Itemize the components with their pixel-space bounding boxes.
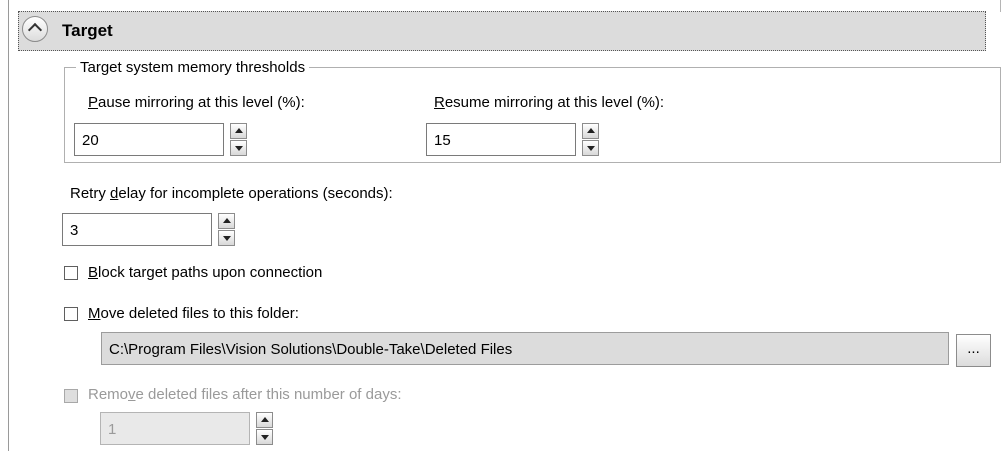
spin-down-icon[interactable] <box>582 140 599 156</box>
block-paths-label[interactable]: Block target paths upon connection <box>88 264 322 281</box>
retry-delay-spinner[interactable] <box>218 213 235 246</box>
remove-days-spinner[interactable] <box>256 412 273 445</box>
resume-mirroring-spinner[interactable] <box>582 123 599 156</box>
spin-up-icon[interactable] <box>582 123 599 139</box>
spin-down-icon[interactable] <box>256 429 273 445</box>
remove-deleted-checkbox[interactable] <box>64 389 78 403</box>
spin-up-icon[interactable] <box>230 123 247 139</box>
section-header-target[interactable] <box>18 11 986 51</box>
resume-mirroring-input[interactable]: 15 <box>426 123 576 156</box>
resume-mirroring-label: Resume mirroring at this level (%): <box>434 94 665 111</box>
move-deleted-checkbox[interactable] <box>64 307 78 321</box>
panel-right-border <box>1000 0 1001 12</box>
spin-up-icon[interactable] <box>218 213 235 229</box>
section-title: Target <box>62 21 113 40</box>
spin-up-icon[interactable] <box>256 412 273 428</box>
remove-deleted-label: Remove deleted files after this number o… <box>88 386 402 403</box>
browse-folder-button[interactable]: ... <box>956 334 991 367</box>
pause-mirroring-input[interactable]: 20 <box>74 123 224 156</box>
deleted-files-folder-input[interactable]: C:\Program Files\Vision Solutions\Double… <box>101 332 949 365</box>
chevron-up-icon[interactable] <box>22 16 48 42</box>
pause-mirroring-spinner[interactable] <box>230 123 247 156</box>
move-deleted-label[interactable]: Move deleted files to this folder: <box>88 305 299 322</box>
retry-delay-label: Retry delay for incomplete operations (s… <box>70 185 393 202</box>
remove-days-input[interactable]: 1 <box>100 412 250 445</box>
block-paths-checkbox[interactable] <box>64 266 78 280</box>
panel-left-border <box>8 0 9 451</box>
spin-down-icon[interactable] <box>218 230 235 246</box>
retry-delay-input[interactable]: 3 <box>62 213 212 246</box>
spin-down-icon[interactable] <box>230 140 247 156</box>
pause-mirroring-label: Pause mirroring at this level (%): <box>88 94 305 111</box>
memory-thresholds-legend: Target system memory thresholds <box>76 59 310 76</box>
